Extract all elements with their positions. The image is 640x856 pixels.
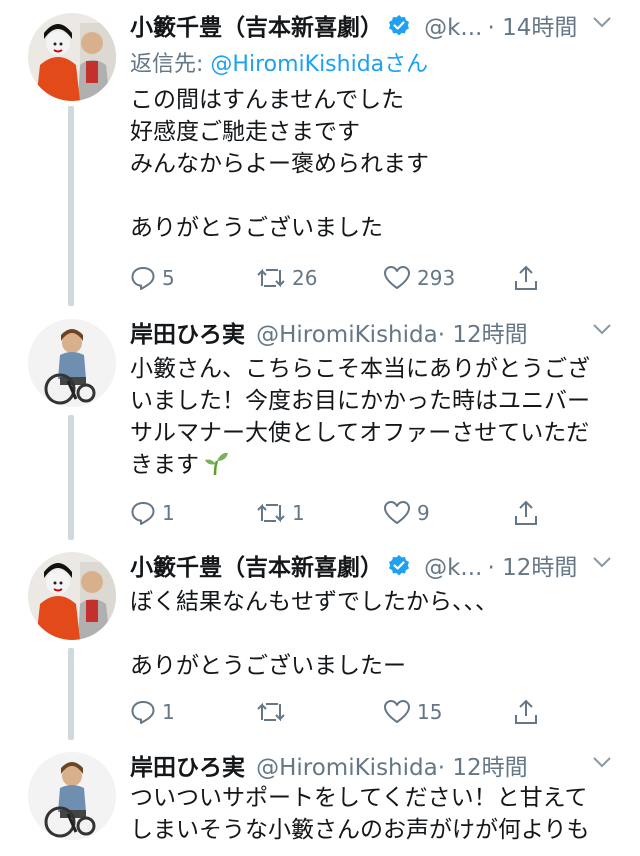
reply-button[interactable]: 1 bbox=[130, 696, 175, 728]
display-name[interactable]: 小籔千豊（吉本新喜劇） bbox=[130, 15, 383, 41]
action-bar: 1 15 bbox=[130, 696, 550, 728]
display-name[interactable]: 小籔千豊（吉本新喜劇） bbox=[130, 555, 383, 581]
thread-line bbox=[68, 415, 74, 540]
handle[interactable]: @HiromiKishida bbox=[256, 755, 438, 781]
tweet-header: 小籔千豊（吉本新喜劇） @k... · 14時間 bbox=[130, 8, 630, 42]
seedling-icon bbox=[203, 450, 229, 485]
like-count: 9 bbox=[417, 501, 430, 525]
verified-badge-icon bbox=[387, 554, 411, 582]
action-bar: 1 1 9 bbox=[130, 497, 550, 529]
retweet-icon bbox=[256, 699, 286, 725]
heart-icon bbox=[383, 500, 411, 526]
timestamp[interactable]: · 12時間 bbox=[438, 755, 528, 781]
tweet-line: ついついサポートをしてください！と甘えて bbox=[130, 785, 588, 811]
retweet-button[interactable]: 1 bbox=[256, 497, 305, 529]
tweet-text: この間はすんませんでした 好感度ご馳走さまです みんなからよー褒められます あり… bbox=[130, 84, 620, 244]
timestamp[interactable]: · 12時間 bbox=[438, 322, 528, 348]
avatar-kishida[interactable] bbox=[28, 752, 116, 840]
reply-icon bbox=[130, 500, 156, 526]
timestamp[interactable]: · 12時間 bbox=[487, 555, 577, 581]
share-button[interactable] bbox=[513, 696, 539, 728]
thread-line bbox=[68, 648, 74, 740]
reply-count: 1 bbox=[162, 501, 175, 525]
share-icon bbox=[513, 264, 539, 292]
tweet-line bbox=[130, 618, 620, 650]
action-bar: 5 26 293 bbox=[130, 262, 550, 294]
display-name[interactable]: 岸田ひろ実 bbox=[130, 755, 245, 781]
thread-line bbox=[68, 106, 74, 306]
avatar-koyabu[interactable] bbox=[28, 13, 116, 101]
tweet-text: ぼく結果なんもせずでしたから、、、 ありがとうございましたー bbox=[130, 586, 620, 682]
reply-button[interactable]: 5 bbox=[130, 262, 175, 294]
like-button[interactable]: 293 bbox=[383, 262, 455, 294]
chevron-down-icon[interactable] bbox=[592, 754, 612, 773]
reply-count: 1 bbox=[162, 700, 175, 724]
reply-to: 返信先: @HiromiKishidaさん bbox=[130, 46, 428, 78]
like-button[interactable]: 15 bbox=[383, 696, 442, 728]
share-button[interactable] bbox=[513, 262, 539, 294]
tweet-text: 小籔さん、こちらこそ本当にありがとうござ いました！今度お目にかかった時はユニバ… bbox=[130, 353, 620, 481]
like-count: 15 bbox=[417, 700, 443, 724]
tweet-line: ぼく結果なんもせずでしたから、、、 bbox=[130, 589, 498, 615]
reply-button[interactable]: 1 bbox=[130, 497, 175, 529]
retweet-count: 1 bbox=[292, 501, 305, 525]
handle[interactable]: @k... bbox=[424, 15, 482, 41]
share-icon bbox=[513, 698, 539, 726]
share-icon bbox=[513, 499, 539, 527]
tweet-line: この間はすんませんでした bbox=[130, 87, 405, 113]
tweet-line-last: きます bbox=[130, 449, 620, 481]
avatar-kishida[interactable] bbox=[28, 319, 116, 407]
tweet-line: サルマナー大使としてオファーさせていただ bbox=[130, 420, 590, 446]
tweet-line: 好感度ご馳走さまです bbox=[130, 119, 360, 145]
tweet-line: ありがとうございましたー bbox=[130, 653, 406, 679]
retweet-icon bbox=[256, 500, 286, 526]
tweet-line: しまいそうな小籔さんのお声がけが何よりも bbox=[130, 817, 590, 843]
tweet-header: 岸田ひろ実 @HiromiKishida· 12時間 bbox=[130, 748, 630, 782]
tweet-3: 小籔千豊（吉本新喜劇） @k... · 12時間 ぼく結果なんもせずでしたから、… bbox=[0, 540, 640, 740]
tweet-line: きます bbox=[130, 452, 199, 478]
chevron-down-icon[interactable] bbox=[592, 14, 612, 33]
heart-icon bbox=[383, 699, 411, 725]
handle[interactable]: @HiromiKishida bbox=[256, 322, 438, 348]
retweet-count: 26 bbox=[292, 266, 318, 290]
tweet-1: 小籔千豊（吉本新喜劇） @k... · 14時間 返信先: @HiromiKis… bbox=[0, 0, 640, 306]
reply-count: 5 bbox=[162, 266, 175, 290]
reply-icon bbox=[130, 699, 156, 725]
retweet-icon bbox=[256, 265, 286, 291]
verified-badge-icon bbox=[387, 14, 411, 42]
retweet-button[interactable] bbox=[256, 696, 292, 728]
tweet-line: ありがとうございました bbox=[130, 215, 383, 241]
chevron-down-icon[interactable] bbox=[592, 321, 612, 340]
avatar-koyabu[interactable] bbox=[28, 552, 116, 640]
tweet-line bbox=[130, 180, 620, 212]
tweet-text: ついついサポートをしてください！と甘えて しまいそうな小籔さんのお声がけが何より… bbox=[130, 782, 620, 846]
tweet-header: 小籔千豊（吉本新喜劇） @k... · 12時間 bbox=[130, 548, 630, 582]
tweet-2: 岸田ひろ実 @HiromiKishida· 12時間 小籔さん、こちらこそ本当に… bbox=[0, 305, 640, 540]
heart-icon bbox=[383, 265, 411, 291]
tweet-line: 小籔さん、こちらこそ本当にありがとうござ bbox=[130, 356, 590, 382]
timestamp[interactable]: · 14時間 bbox=[487, 15, 577, 41]
like-count: 293 bbox=[417, 266, 456, 290]
reply-to-prefix: 返信先: bbox=[130, 52, 204, 77]
display-name[interactable]: 岸田ひろ実 bbox=[130, 322, 245, 348]
share-button[interactable] bbox=[513, 497, 539, 529]
retweet-button[interactable]: 26 bbox=[256, 262, 317, 294]
tweet-header: 岸田ひろ実 @HiromiKishida· 12時間 bbox=[130, 315, 630, 349]
tweet-line: みんなからよー褒められます bbox=[130, 151, 429, 177]
tweet-line: いました！今度お目にかかった時はユニバー bbox=[130, 388, 590, 414]
tweet-4: 岸田ひろ実 @HiromiKishida· 12時間 ついついサポートをしてくだ… bbox=[0, 740, 640, 856]
handle[interactable]: @k... bbox=[424, 555, 482, 581]
reply-to-link[interactable]: @HiromiKishidaさん bbox=[210, 52, 428, 77]
reply-icon bbox=[130, 265, 156, 291]
chevron-down-icon[interactable] bbox=[592, 554, 612, 573]
like-button[interactable]: 9 bbox=[383, 497, 430, 529]
